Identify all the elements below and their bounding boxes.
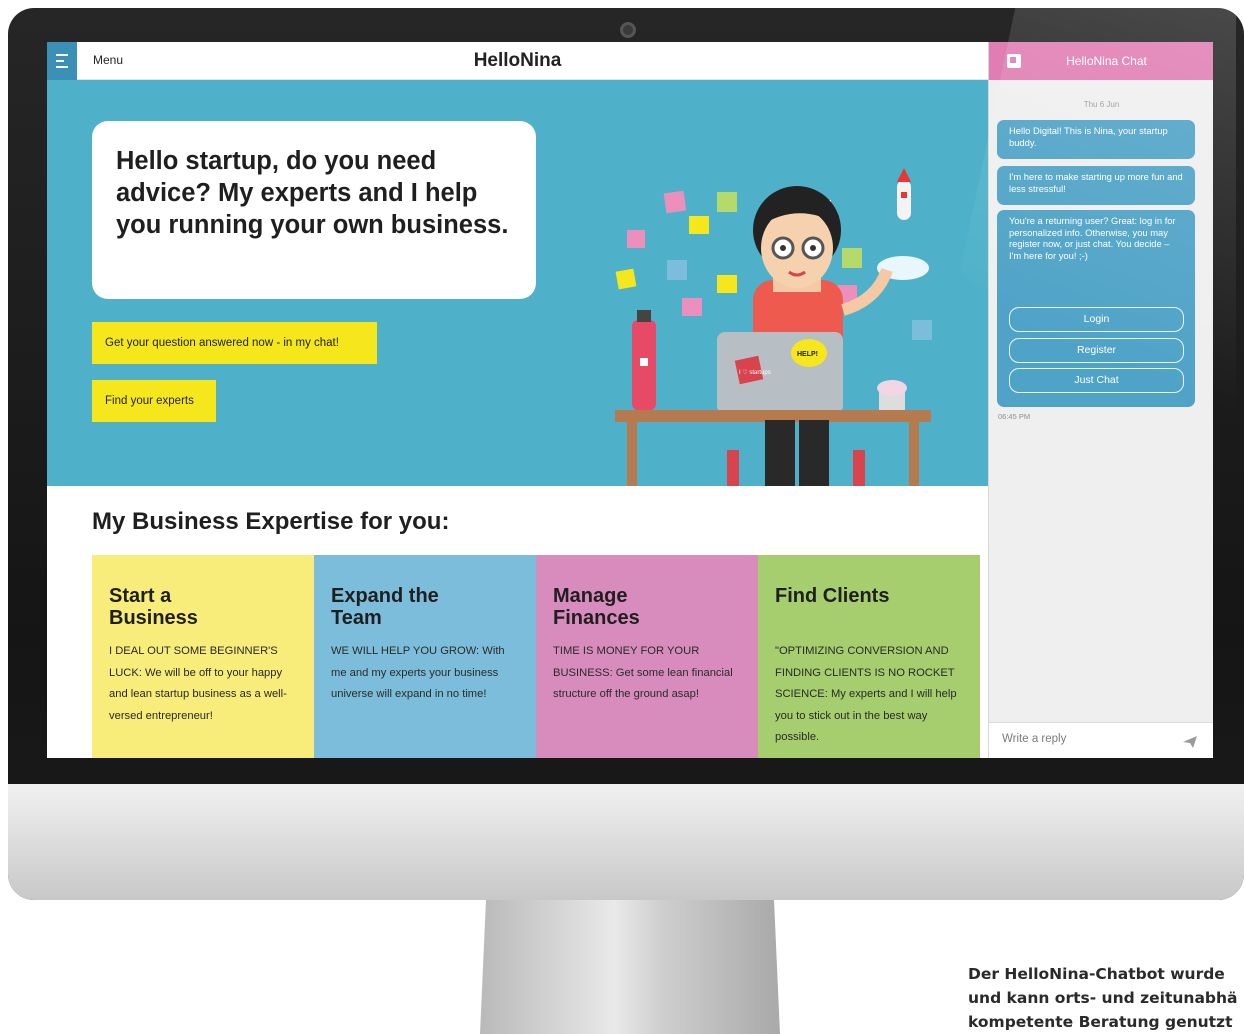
chat-panel: HelloNina Chat Thu 6 Jun Hello Digital! … [988, 42, 1213, 758]
message-timestamp: 06:45 PM [998, 412, 1031, 421]
webcam [620, 22, 636, 38]
card-manage-finances[interactable]: Manage Finances TIME IS MONEY FOR YOUR B… [536, 555, 758, 758]
chat-cta-button[interactable]: Get your question answered now - in my c… [92, 322, 377, 364]
monitor-stand [480, 900, 780, 1034]
send-icon[interactable] [1182, 734, 1198, 750]
chat-date: Thu 6 Jun [1083, 100, 1120, 109]
caption-line: Der HelloNina-Chatbot wurde [968, 965, 1225, 983]
chat-message-text: You're a returning user? Great: log in f… [1009, 215, 1176, 261]
hero-headline: Hello startup, do you need advice? My ex… [116, 147, 509, 239]
chat-message: Hello Digital! This is Nina, your startu… [997, 120, 1195, 159]
card-find-clients[interactable]: Find Clients "OPTIMIZING CONVERSION AND … [758, 555, 980, 758]
help-sticker-text: HELP! [797, 351, 818, 358]
top-bar: Menu HelloNina [47, 42, 988, 80]
caption-line: und kann orts- und zeitunabhä [968, 989, 1238, 1007]
login-button[interactable]: Login [1009, 307, 1184, 332]
card-title: Find Clients [775, 585, 890, 607]
register-button[interactable]: Register [1009, 338, 1184, 363]
card-expand-team[interactable]: Expand the Team WE WILL HELP YOU GROW: W… [314, 555, 536, 758]
hero-section: Hello startup, do you need advice? My ex… [47, 80, 988, 486]
caption-line: kompetente Beratung genutzt [968, 1013, 1233, 1031]
card-text: TIME IS MONEY FOR YOUR BUSINESS: Get som… [553, 645, 733, 700]
expertise-section: My Business Expertise for you: Start a B… [47, 486, 988, 758]
card-title: Manage Finances [553, 585, 640, 629]
just-chat-button[interactable]: Just Chat [1009, 368, 1184, 393]
card-title: Expand the Team [331, 585, 439, 629]
reply-input[interactable]: Write a reply [1002, 733, 1066, 745]
expertise-heading: My Business Expertise for you: [92, 508, 450, 535]
expertise-cards: Start a Business I DEAL OUT SOME BEGINNE… [92, 555, 980, 758]
reply-bar: Write a reply [989, 722, 1213, 758]
chat-message: I'm here to make starting up more fun an… [997, 166, 1195, 205]
caption-text: Der HelloNina-Chatbot wurde und kann ort… [968, 962, 1244, 1034]
brand-logo[interactable]: HelloNina [47, 50, 988, 72]
find-experts-button[interactable]: Find your experts [92, 380, 216, 422]
nina-illustration: I ♡ startups HELP! [615, 168, 932, 486]
card-text: "OPTIMIZING CONVERSION AND FINDING CLIEN… [775, 645, 957, 743]
monitor-chin [8, 784, 1244, 900]
hero-headline-card: Hello startup, do you need advice? My ex… [92, 121, 536, 299]
chat-header: HelloNina Chat [989, 42, 1213, 80]
card-text: I DEAL OUT SOME BEGINNER'S LUCK: We will… [109, 645, 287, 722]
screen: Menu HelloNina Hello startup, do you nee… [47, 42, 1213, 758]
card-start-business[interactable]: Start a Business I DEAL OUT SOME BEGINNE… [92, 555, 314, 758]
love-sticker-text: I ♡ startups [739, 369, 771, 376]
card-text: WE WILL HELP YOU GROW: With me and my ex… [331, 645, 505, 700]
chat-title: HelloNina Chat [1066, 54, 1147, 68]
card-title: Start a Business [109, 585, 198, 629]
